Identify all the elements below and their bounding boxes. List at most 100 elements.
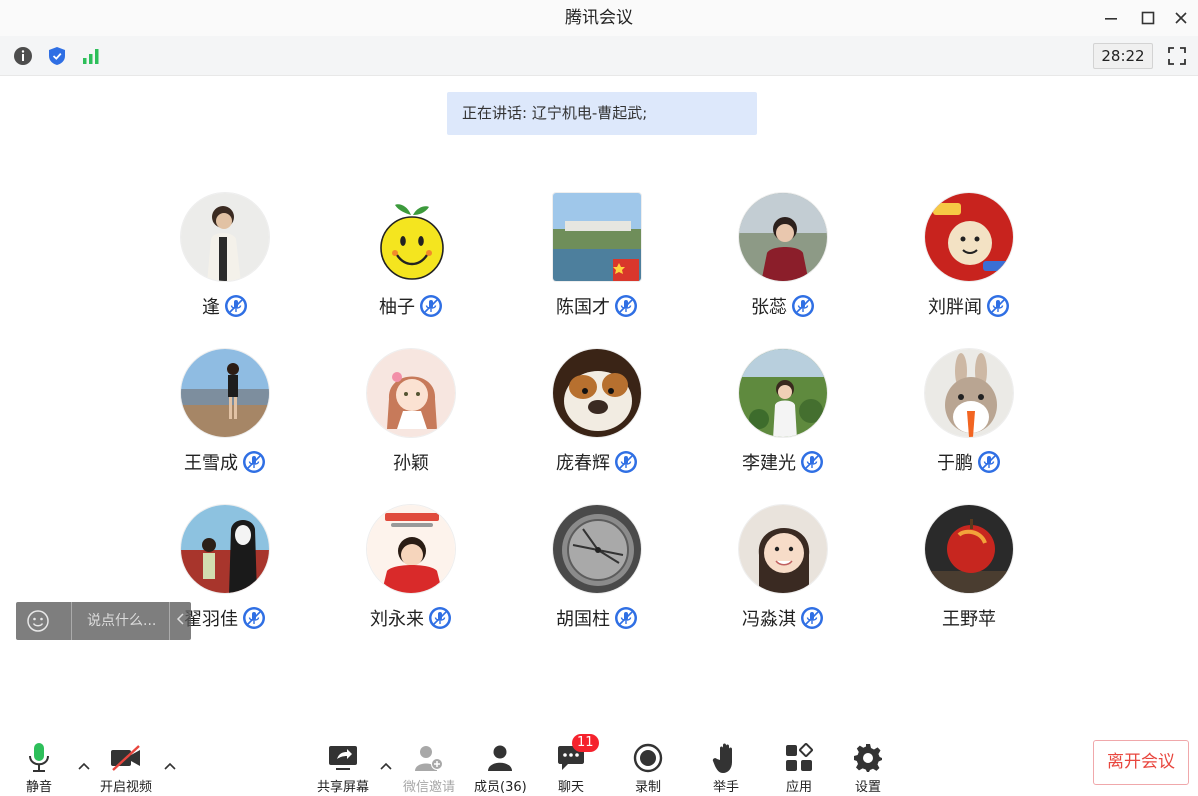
avatar — [552, 504, 642, 594]
minimize-icon — [1105, 18, 1117, 20]
maximize-button[interactable] — [1133, 4, 1163, 32]
raise-hand-label: 举手 — [712, 780, 739, 795]
unread-badge: 11 — [572, 734, 599, 752]
members-label: 成员(36) — [474, 780, 527, 795]
participant-name: 王雪成 — [184, 453, 238, 474]
shield-icon — [49, 47, 65, 65]
participant-name: 庞春辉 — [556, 453, 610, 474]
participant-tile[interactable]: 庞春辉 — [504, 348, 690, 504]
participant-tile[interactable]: 刘永来 — [318, 504, 504, 660]
mute-button[interactable]: 静音 — [26, 742, 52, 795]
participant-tile[interactable]: 胡国柱 — [504, 504, 690, 660]
mic-active-icon — [801, 451, 823, 473]
participant-name: 刘胖闻 — [928, 297, 982, 318]
mic-active-icon — [978, 451, 1000, 473]
user-icon — [488, 745, 513, 771]
wechat-invite-button[interactable]: 微信邀请 — [403, 742, 455, 795]
fullscreen-icon — [1168, 47, 1186, 65]
meeting-info-bar: 28:22 — [0, 36, 1198, 76]
start-video-label: 开启视频 — [100, 780, 153, 795]
divider — [169, 602, 170, 640]
avatar — [738, 192, 828, 282]
participant-tile[interactable]: 张蕊 — [690, 192, 876, 348]
participant-name: 陈国才 — [556, 297, 610, 318]
gear-icon — [854, 744, 882, 772]
settings-button[interactable]: 设置 — [853, 742, 883, 795]
audio-options-button[interactable] — [77, 760, 91, 772]
close-button[interactable] — [1166, 4, 1196, 32]
participant-name: 王野苹 — [942, 609, 996, 630]
security-button[interactable] — [46, 45, 68, 67]
record-label: 录制 — [634, 780, 661, 795]
record-icon — [633, 743, 663, 773]
participant-tile[interactable]: 陈国才 — [504, 192, 690, 348]
add-user-icon — [415, 746, 443, 771]
participant-tile[interactable]: 逢 — [132, 192, 318, 348]
share-screen-label: 共享屏幕 — [317, 780, 370, 795]
close-icon — [1175, 12, 1187, 24]
mic-active-icon — [243, 451, 265, 473]
avatar — [738, 348, 828, 438]
avatar — [924, 504, 1014, 594]
mic-active-icon — [792, 295, 814, 317]
apps-button[interactable]: 应用 — [784, 742, 814, 795]
fullscreen-button[interactable] — [1164, 44, 1190, 68]
share-options-button[interactable] — [379, 760, 393, 772]
participant-tile[interactable]: 柚子 — [318, 192, 504, 348]
settings-label: 设置 — [854, 780, 881, 795]
participant-tile[interactable]: 孙颖 — [318, 348, 504, 504]
title-bar: 腾讯会议 — [0, 0, 1198, 36]
chevron-up-icon — [78, 762, 90, 770]
avatar — [738, 504, 828, 594]
mute-label: 静音 — [26, 780, 53, 795]
participant-tile[interactable]: 冯淼淇 — [690, 504, 876, 660]
hand-icon — [712, 743, 732, 773]
start-video-button[interactable]: 开启视频 — [100, 742, 152, 795]
info-icon — [14, 47, 32, 65]
microphone-icon — [29, 743, 49, 772]
avatar — [366, 348, 456, 438]
chat-button[interactable]: 11 聊天 — [556, 734, 599, 795]
chat-label: 聊天 — [557, 780, 584, 795]
mic-active-icon — [429, 607, 451, 629]
participant-tile[interactable]: 李建光 — [690, 348, 876, 504]
participant-tile[interactable]: 王野苹 — [876, 504, 1062, 660]
leave-meeting-button[interactable]: 离开会议 — [1093, 740, 1189, 785]
avatar — [552, 192, 642, 282]
participant-tile[interactable]: 刘胖闻 — [876, 192, 1062, 348]
mic-active-icon — [420, 295, 442, 317]
meeting-info-button[interactable] — [12, 45, 34, 67]
collapse-chat-button[interactable] — [176, 602, 186, 640]
avatar — [366, 504, 456, 594]
signal-icon — [83, 49, 99, 64]
mic-active-icon — [615, 607, 637, 629]
video-off-icon — [111, 745, 140, 771]
raise-hand-button[interactable]: 举手 — [712, 742, 740, 795]
participant-name: 张蕊 — [751, 297, 787, 318]
record-button[interactable]: 录制 — [633, 742, 663, 795]
video-options-button[interactable] — [163, 760, 177, 772]
meeting-timer: 28:22 — [1093, 43, 1153, 69]
network-status-button[interactable] — [80, 45, 102, 67]
participant-tile[interactable]: 王雪成 — [132, 348, 318, 504]
minimize-button[interactable] — [1096, 4, 1126, 32]
chat-quick-input[interactable]: 说点什么... — [16, 602, 191, 640]
chat-input-placeholder[interactable]: 说点什么... — [87, 602, 156, 640]
avatar — [180, 192, 270, 282]
maximize-icon — [1141, 11, 1155, 25]
participant-name: 李建光 — [742, 453, 796, 474]
window-title: 腾讯会议 — [565, 8, 633, 28]
share-screen-button[interactable]: 共享屏幕 — [317, 742, 369, 795]
chevron-up-icon — [380, 762, 392, 770]
active-speaker-banner: 正在讲话: 辽宁机电-曹起武; — [447, 92, 757, 135]
avatar — [924, 348, 1014, 438]
avatar — [552, 348, 642, 438]
emoji-icon[interactable] — [27, 610, 49, 632]
mic-active-icon — [225, 295, 247, 317]
mic-active-icon — [801, 607, 823, 629]
participant-tile[interactable]: 于鹏 — [876, 348, 1062, 504]
members-button[interactable]: 成员(36) — [474, 742, 527, 795]
wechat-invite-label: 微信邀请 — [403, 780, 456, 795]
apps-icon — [786, 743, 813, 771]
mic-active-icon — [615, 451, 637, 473]
